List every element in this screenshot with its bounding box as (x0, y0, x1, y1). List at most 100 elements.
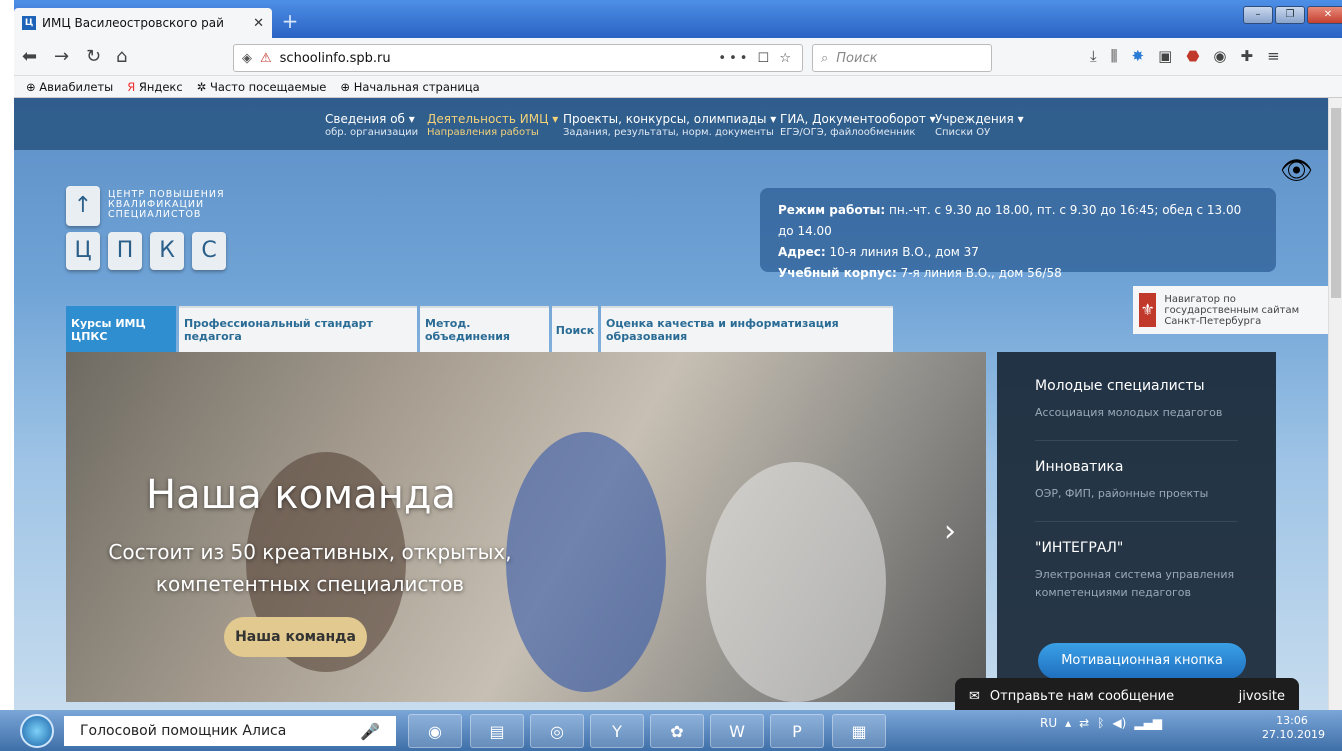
start-button[interactable] (20, 714, 54, 748)
clock-date: 27.10.2019 (1262, 728, 1325, 741)
nav-item-main: ГИА, Документооборот ▾ (780, 112, 936, 126)
tab-courses[interactable]: Курсы ИМЦ ЦПКС (66, 306, 176, 352)
message-icon: ✉ (969, 688, 980, 704)
nav-item-sub: Списки ОУ (935, 127, 991, 138)
tab-search[interactable]: Поиск (552, 306, 598, 352)
yandex-browser-app[interactable]: Y (590, 714, 644, 748)
search-input[interactable]: ⌕ Поиск (812, 44, 992, 72)
campus-value: 7-я линия В.О., дом 56/58 (896, 266, 1062, 280)
hero-photo-figure (506, 432, 666, 692)
chat-widget[interactable]: ✉ Отправьте нам сообщение jivosite (955, 678, 1299, 714)
panel-item-sub: Ассоциация молодых педагогов (1035, 406, 1223, 419)
scrollbar-thumb[interactable] (1331, 108, 1341, 298)
panel-item-title[interactable]: Молодые специалисты (1035, 378, 1238, 394)
arrow-up-icon: ↑ (66, 186, 100, 226)
bluetooth-icon[interactable]: ᛒ (1097, 716, 1104, 730)
forward-icon[interactable]: → (54, 46, 69, 67)
spb-emblem-icon: ⚜ (1139, 293, 1157, 327)
home-icon[interactable]: ⌂ (116, 46, 127, 67)
hours-label: Режим работы: (778, 203, 886, 217)
url-text: schoolinfo.spb.ru (279, 50, 391, 66)
firefox-app[interactable]: ◉ (408, 714, 462, 748)
tab-quality[interactable]: Оценка качества и информатизация образов… (601, 306, 893, 352)
tab-prof-standard[interactable]: Профессиональный стандарт педагога (179, 306, 417, 352)
download-icon[interactable]: ⤓ (1090, 47, 1097, 65)
toolbar-right-icons: ⤓ ⫼ ✸ ▣ ⬣ ◉ ✚ ≡ (1090, 47, 1280, 65)
tab-title: ИМЦ Василеостровского рай (42, 16, 224, 30)
nav-item-sub: обр. организации (325, 127, 419, 138)
chat-brand: jivosite (1238, 688, 1285, 704)
logo-letter: П (108, 232, 142, 270)
hero-button[interactable]: Наша команда (224, 617, 367, 657)
bookmark-home[interactable]: ⊕ Начальная страница (340, 80, 479, 94)
nav-item-main: Учреждения ▾ (935, 112, 1024, 126)
logo-letter: С (192, 232, 226, 270)
nav-item-institutions[interactable]: Учреждения ▾ Списки ОУ (935, 112, 1024, 140)
close-tab-icon[interactable]: ✕ (253, 16, 264, 31)
yandex-icon: Я (127, 79, 136, 94)
navigator-text: Навигатор по государственным сайтам Санк… (1164, 293, 1300, 327)
maximize-button[interactable]: ❐ (1275, 6, 1305, 24)
microphone-icon[interactable]: 🎤 (360, 722, 380, 741)
chevron-right-icon[interactable]: › (944, 514, 956, 549)
media-app[interactable]: ✿ (650, 714, 704, 748)
tray-arrow-icon[interactable]: ▴ (1065, 716, 1071, 730)
menu-icon[interactable]: ≡ (1267, 47, 1280, 65)
nav-item-info[interactable]: Сведения об ▾ обр. организации (325, 112, 418, 140)
nav-item-sub: Направления работы (427, 127, 539, 138)
nav-item-gia[interactable]: ГИА, Документооборот ▾ ЕГЭ/ОГЭ, файлообм… (780, 112, 936, 140)
browser-tab-active[interactable]: Ц ИМЦ Василеостровского рай ✕ (14, 8, 272, 38)
account-icon[interactable]: ◉ (1213, 47, 1226, 65)
search-placeholder: Поиск (836, 50, 878, 66)
extension-icon[interactable]: ✸ (1132, 47, 1145, 65)
close-window-button[interactable]: ✕ (1307, 6, 1342, 24)
powerpoint-app[interactable]: P (770, 714, 824, 748)
panel-divider (1035, 521, 1238, 522)
hero-title: Наша команда (146, 472, 457, 518)
tab-method-unions[interactable]: Метод. объединения (420, 306, 549, 352)
logo-text: ЦЕНТР ПОВЫШЕНИЯ КВАЛИФИКАЦИИ СПЕЦИАЛИСТО… (108, 190, 225, 220)
page-actions-icons[interactable]: ••• ☐ ☆ (718, 51, 794, 66)
panel-item-title[interactable]: "ИНТЕГРАЛ" (1035, 540, 1238, 556)
alice-search-box[interactable]: Голосовой помощник Алиса 🎤 (64, 716, 396, 746)
volume-icon[interactable]: ◀) (1112, 716, 1126, 730)
chat-text: Отправьте нам сообщение (989, 688, 1175, 704)
nav-item-main: Проекты, конкурсы, олимпиады ▾ (563, 112, 777, 126)
word-app[interactable]: W (710, 714, 764, 748)
spb-navigator-link[interactable]: ⚜ Навигатор по государственным сайтам Са… (1133, 286, 1328, 334)
alice-label: Голосовой помощник Алиса (80, 723, 287, 739)
network-icon[interactable]: ⇄ (1079, 716, 1089, 730)
bookmark-yandex[interactable]: Я Яндекс (127, 80, 182, 94)
back-icon[interactable]: ⬅ (22, 46, 37, 67)
address-value: 10-я линия В.О., дом 37 (825, 245, 979, 259)
clock[interactable]: 13:06 27.10.2019 (1262, 714, 1325, 742)
chrome-app[interactable]: ◎ (530, 714, 584, 748)
adblock-icon[interactable]: ⬣ (1186, 47, 1199, 65)
video-app[interactable]: ▦ (832, 714, 886, 748)
insecure-lock-icon[interactable]: ⚠ (260, 51, 272, 66)
nav-item-main: Сведения об ▾ (325, 112, 415, 126)
page-scrollbar[interactable] (1328, 98, 1342, 710)
bookmark-frequent[interactable]: ✲ Часто посещаемые (197, 80, 327, 94)
bookmark-aviabilety[interactable]: ⊕ Авиабилеты (26, 80, 113, 94)
hero-slider[interactable] (66, 352, 986, 702)
minimize-button[interactable]: – (1243, 6, 1273, 24)
explorer-app[interactable]: ▤ (470, 714, 524, 748)
extensions-puzzle-icon[interactable]: ✚ (1241, 47, 1254, 65)
motivation-button[interactable]: Мотивационная кнопка (1038, 643, 1246, 679)
library-icon[interactable]: ⫼ (1111, 47, 1118, 65)
reload-icon[interactable]: ↻ (86, 46, 101, 67)
low-vision-icon[interactable]: 👁 (1280, 156, 1313, 186)
nav-item-projects[interactable]: Проекты, конкурсы, олимпиады ▾ Задания, … (563, 112, 776, 140)
shield-icon[interactable]: ◈ (242, 51, 252, 66)
nav-item-activity[interactable]: Деятельность ИМЦ ▾ Направления работы (427, 112, 558, 140)
campus-label: Учебный корпус: (778, 266, 897, 280)
panel-item-title[interactable]: Инноватика (1035, 459, 1238, 475)
signal-icon[interactable]: ▂▄▆ (1134, 716, 1162, 730)
nav-item-main: Деятельность ИМЦ ▾ (427, 112, 559, 126)
url-bar[interactable]: ◈ ⚠ schoolinfo.spb.ru ••• ☐ ☆ (233, 44, 803, 72)
logo-line: СПЕЦИАЛИСТОВ (108, 209, 202, 220)
language-indicator[interactable]: RU (1040, 716, 1057, 730)
sidebar-icon[interactable]: ▣ (1158, 47, 1172, 65)
new-tab-button[interactable]: + (278, 10, 302, 34)
